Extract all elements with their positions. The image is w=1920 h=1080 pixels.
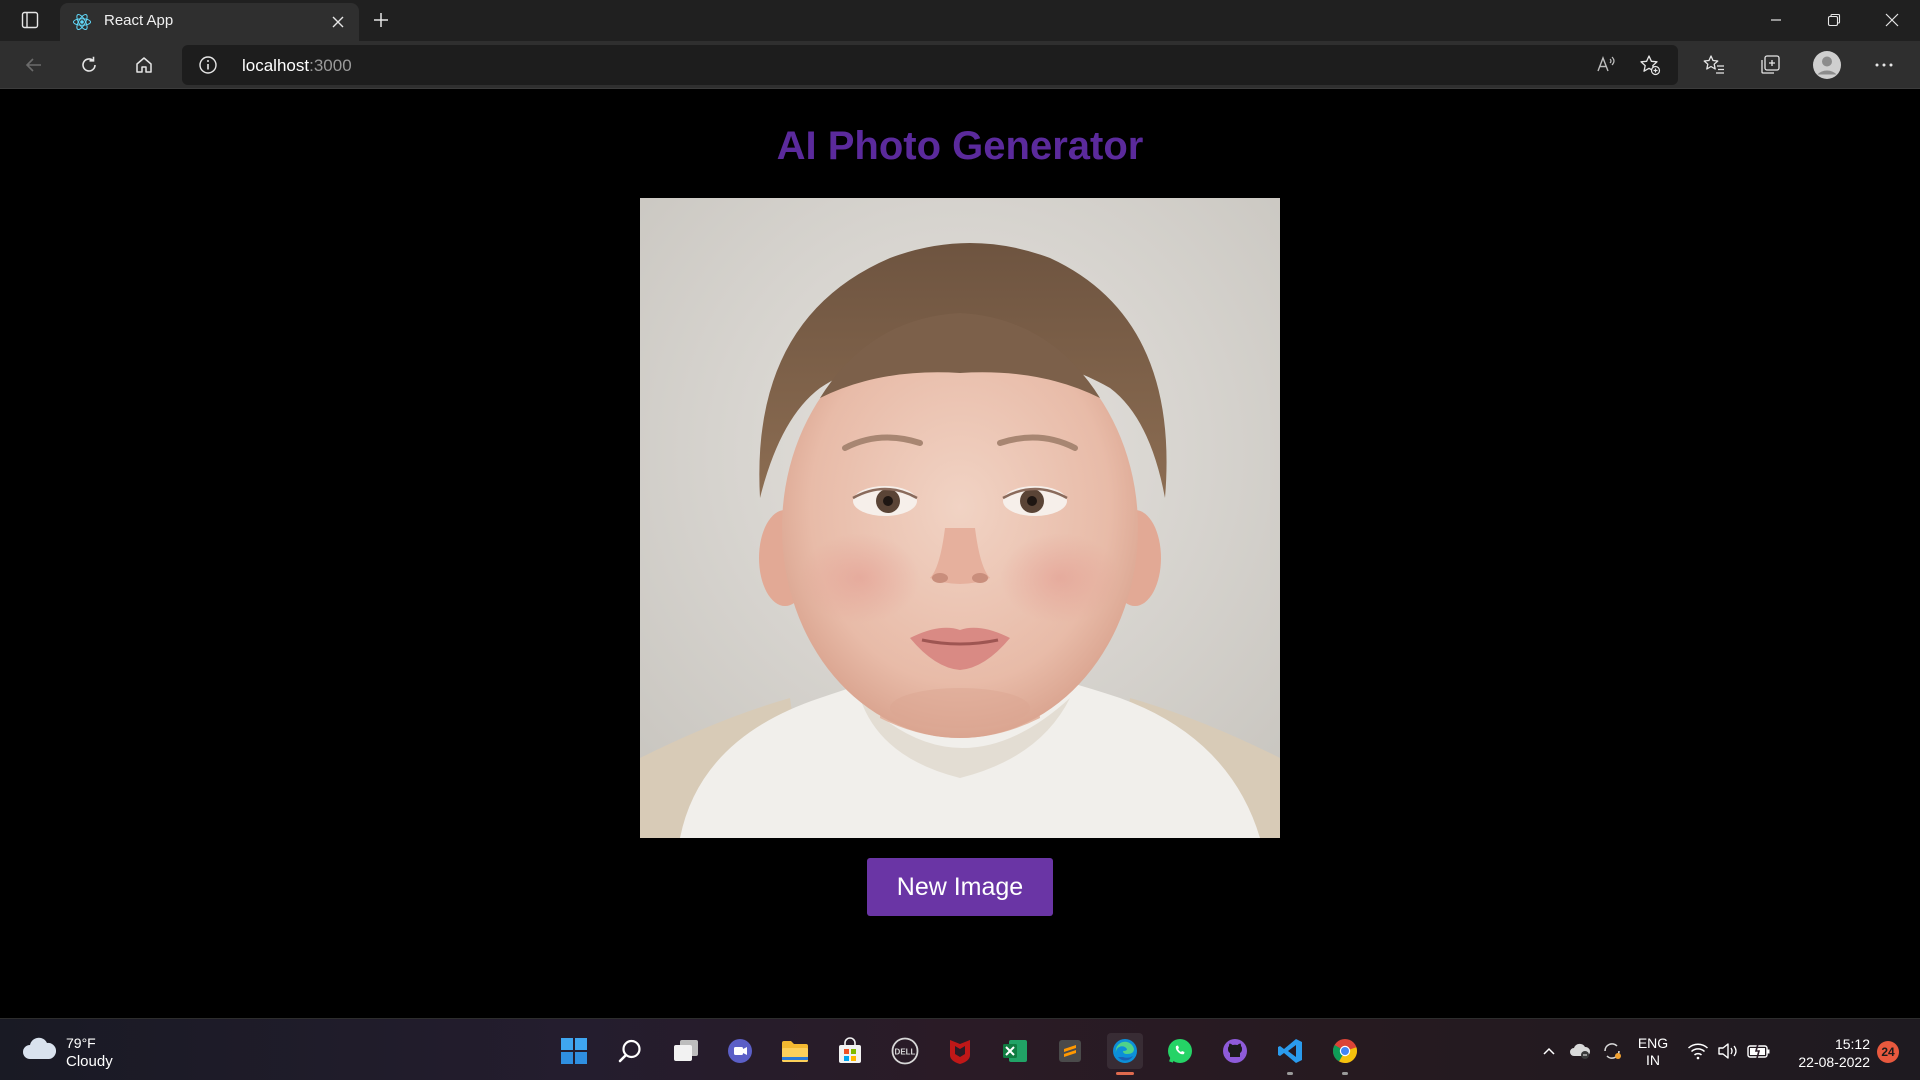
new-tab-button[interactable] (366, 6, 396, 34)
back-button[interactable] (16, 47, 52, 83)
new-image-button[interactable]: New Image (867, 858, 1053, 916)
input-language-indicator[interactable]: ENG IN (1636, 1035, 1670, 1069)
browser-titlebar: React App (0, 0, 1920, 41)
page-content: AI Photo Generator New Image (0, 90, 1920, 1018)
weather-description: Cloudy (66, 1053, 113, 1070)
clock-date: 22-08-2022 (1798, 1054, 1870, 1070)
close-window-button[interactable] (1864, 0, 1920, 40)
start-icon[interactable] (556, 1033, 592, 1069)
edge-icon[interactable] (1107, 1033, 1143, 1075)
chrome-icon[interactable] (1327, 1033, 1363, 1075)
cloud-icon (23, 1037, 56, 1059)
react-favicon-icon (72, 12, 92, 32)
home-button[interactable] (126, 47, 162, 83)
tab-actions-icon[interactable] (14, 8, 46, 32)
restore-button[interactable] (1806, 0, 1862, 40)
add-favorite-icon[interactable] (1638, 53, 1662, 77)
excel-icon[interactable] (997, 1033, 1033, 1069)
wifi-icon[interactable] (1684, 1033, 1712, 1069)
read-aloud-icon[interactable] (1594, 53, 1618, 77)
browser-toolbar: localhost:3000 (0, 41, 1920, 89)
language-region: IN (1646, 1052, 1660, 1068)
edge-active-indicator (1116, 1072, 1134, 1075)
mcafee-icon[interactable] (942, 1033, 978, 1069)
battery-icon[interactable] (1744, 1033, 1774, 1069)
weather-temperature: 79°F (66, 1035, 96, 1051)
chrome-running-indicator (1342, 1072, 1348, 1075)
tab-close-icon[interactable] (327, 11, 349, 33)
search-icon[interactable] (612, 1033, 648, 1069)
language-code: ENG (1637, 1035, 1669, 1051)
vscode-icon[interactable] (1272, 1033, 1308, 1075)
volume-icon[interactable] (1714, 1033, 1742, 1069)
show-hidden-icons-chevron-icon[interactable] (1536, 1033, 1562, 1069)
profile-avatar-icon[interactable] (1809, 47, 1845, 83)
url-text: localhost:3000 (242, 56, 352, 76)
collections-icon[interactable] (1752, 47, 1788, 83)
teams-chat-icon[interactable] (722, 1033, 758, 1069)
whatsapp-icon[interactable] (1162, 1033, 1198, 1069)
github-desktop-icon[interactable] (1217, 1033, 1253, 1069)
sync-icon[interactable] (1598, 1033, 1626, 1069)
windows-taskbar: 79°F Cloudy DELL ENG IN 15:12 22-08-2022… (0, 1018, 1920, 1080)
microsoft-store-icon[interactable] (832, 1033, 868, 1069)
url-port: :3000 (309, 56, 352, 75)
notification-count-badge[interactable]: 24 (1877, 1041, 1899, 1063)
generated-photo (640, 198, 1280, 838)
file-explorer-icon[interactable] (777, 1033, 813, 1069)
favorites-icon[interactable] (1696, 47, 1732, 83)
svg-text:DELL: DELL (895, 1048, 916, 1057)
task-view-icon[interactable] (668, 1033, 704, 1069)
tab-title: React App (104, 12, 174, 29)
address-bar[interactable]: localhost:3000 (182, 45, 1678, 85)
dell-icon[interactable]: DELL (887, 1033, 923, 1069)
system-clock[interactable]: 15:12 22-08-2022 (1782, 1035, 1870, 1071)
clock-time: 15:12 (1834, 1036, 1870, 1052)
weather-widget[interactable]: 79°F Cloudy (22, 1033, 132, 1073)
refresh-button[interactable] (71, 47, 107, 83)
site-info-icon[interactable] (198, 55, 218, 75)
sublime-text-icon[interactable] (1052, 1033, 1088, 1069)
page-title: AI Photo Generator (776, 124, 1144, 168)
url-host: localhost (242, 56, 310, 75)
browser-tab-active[interactable]: React App (60, 3, 359, 41)
onedrive-icon[interactable] (1566, 1033, 1594, 1069)
vscode-running-indicator (1287, 1072, 1293, 1075)
settings-more-icon[interactable] (1866, 47, 1902, 83)
minimize-button[interactable] (1748, 0, 1804, 40)
